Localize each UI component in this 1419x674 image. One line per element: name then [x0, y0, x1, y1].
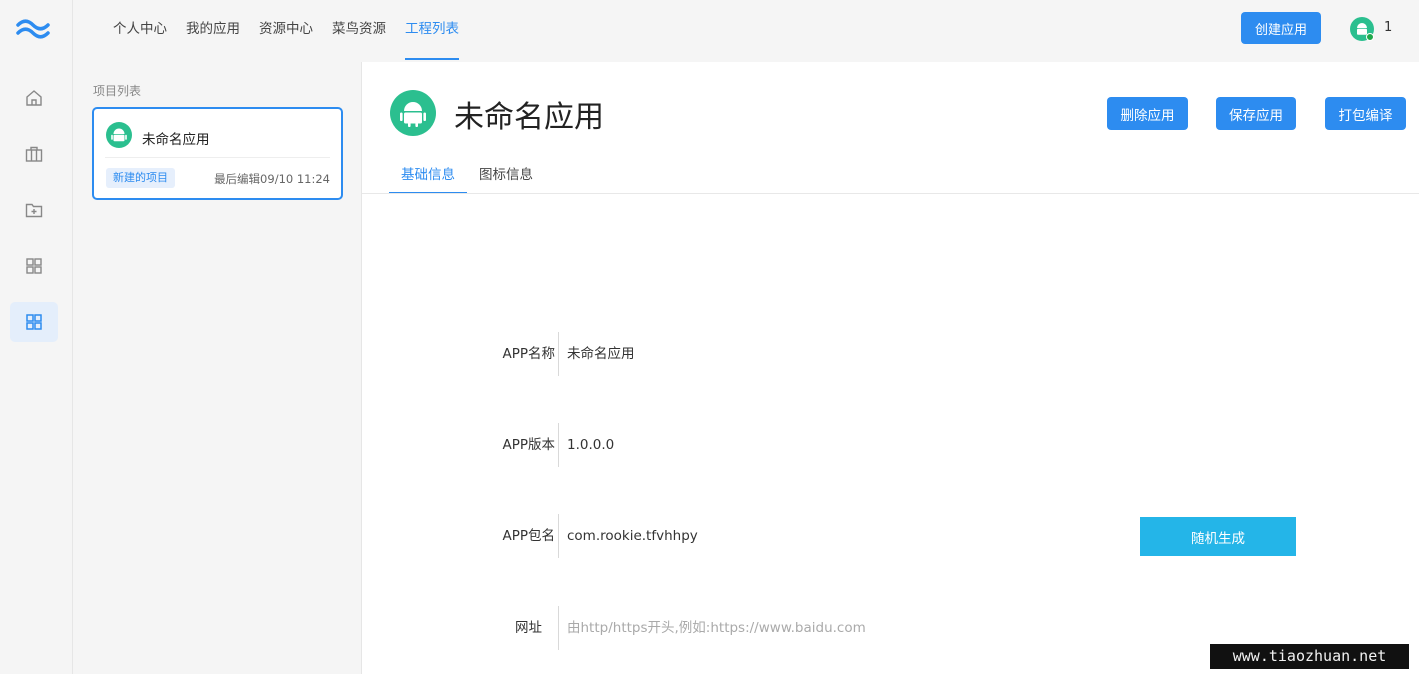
- home-icon: [26, 90, 42, 106]
- tab-my-apps[interactable]: 我的应用: [186, 0, 240, 62]
- divider: [558, 514, 559, 558]
- url-input[interactable]: 由http/https开头,例如:https://www.baidu.com: [567, 606, 866, 650]
- app-name-field[interactable]: 未命名应用: [567, 332, 635, 376]
- folder-add-icon: [25, 203, 43, 218]
- top-nav: 个人中心 我的应用 资源中心 菜鸟资源 工程列表: [113, 0, 478, 62]
- android-icon: [106, 122, 132, 148]
- project-list-panel: 项目列表 未命名应用 新建的项目 最后编辑09/10 11:24: [73, 62, 362, 674]
- tabs-divider: [362, 193, 1419, 194]
- tab-resource-center[interactable]: 资源中心: [259, 0, 313, 62]
- wave-logo-icon[interactable]: [14, 14, 54, 44]
- status-badge: 新建的项目: [106, 168, 175, 188]
- app-version-row: APP版本 1.0.0.0: [362, 423, 1419, 467]
- top-bar: 个人中心 我的应用 资源中心 菜鸟资源 工程列表 创建应用 1: [73, 0, 1419, 62]
- divider: [558, 332, 559, 376]
- rail-resources-button[interactable]: [10, 190, 58, 230]
- tab-personal-center[interactable]: 个人中心: [113, 0, 167, 62]
- page-title: 未命名应用: [454, 100, 604, 135]
- last-edited-time: 最后编辑09/10 11:24: [214, 172, 330, 186]
- tab-project-list[interactable]: 工程列表: [405, 0, 459, 62]
- divider: [105, 157, 330, 158]
- user-count: 1: [1384, 20, 1393, 35]
- rail-projects-button[interactable]: [10, 302, 58, 342]
- app-version-label: APP版本: [502, 437, 555, 453]
- url-label: 网址: [515, 620, 542, 636]
- rail-grid-button[interactable]: [10, 246, 58, 286]
- random-generate-button[interactable]: 随机生成: [1140, 517, 1296, 556]
- save-app-button[interactable]: 保存应用: [1216, 97, 1296, 130]
- delete-app-button[interactable]: 删除应用: [1107, 97, 1188, 130]
- panel-title: 项目列表: [93, 84, 142, 98]
- rail-apps-button[interactable]: [10, 134, 58, 174]
- app-version-field[interactable]: 1.0.0.0: [567, 423, 614, 467]
- create-app-button[interactable]: 创建应用: [1241, 12, 1321, 44]
- build-app-button[interactable]: 打包编译: [1325, 97, 1406, 130]
- divider: [558, 606, 559, 650]
- tab-basic-info[interactable]: 基础信息: [389, 162, 467, 194]
- divider: [558, 423, 559, 467]
- app-name-row: APP名称 未命名应用: [362, 332, 1419, 376]
- android-icon: [390, 90, 436, 136]
- detail-tabs: 基础信息 图标信息: [389, 162, 545, 194]
- main-content: 未命名应用 删除应用 保存应用 打包编译 基础信息 图标信息 APP名称 未命名…: [362, 62, 1419, 674]
- app-name-label: APP名称: [502, 346, 555, 362]
- android-icon: [1350, 17, 1374, 41]
- app-package-label: APP包名: [502, 528, 555, 544]
- grid-icon: [26, 258, 42, 274]
- tab-icon-info[interactable]: 图标信息: [467, 162, 545, 194]
- project-card[interactable]: 未命名应用 新建的项目 最后编辑09/10 11:24: [92, 107, 343, 200]
- grid-icon: [26, 314, 42, 330]
- rail-home-button[interactable]: [10, 78, 58, 118]
- watermark: www.tiaozhuan.net: [1210, 644, 1409, 669]
- project-name: 未命名应用: [142, 132, 210, 148]
- briefcase-icon: [25, 146, 43, 162]
- tab-rookie-resources[interactable]: 菜鸟资源: [332, 0, 386, 62]
- app-package-field[interactable]: com.rookie.tfvhhpy: [567, 514, 698, 558]
- left-rail: [0, 0, 73, 674]
- avatar[interactable]: [1349, 16, 1375, 42]
